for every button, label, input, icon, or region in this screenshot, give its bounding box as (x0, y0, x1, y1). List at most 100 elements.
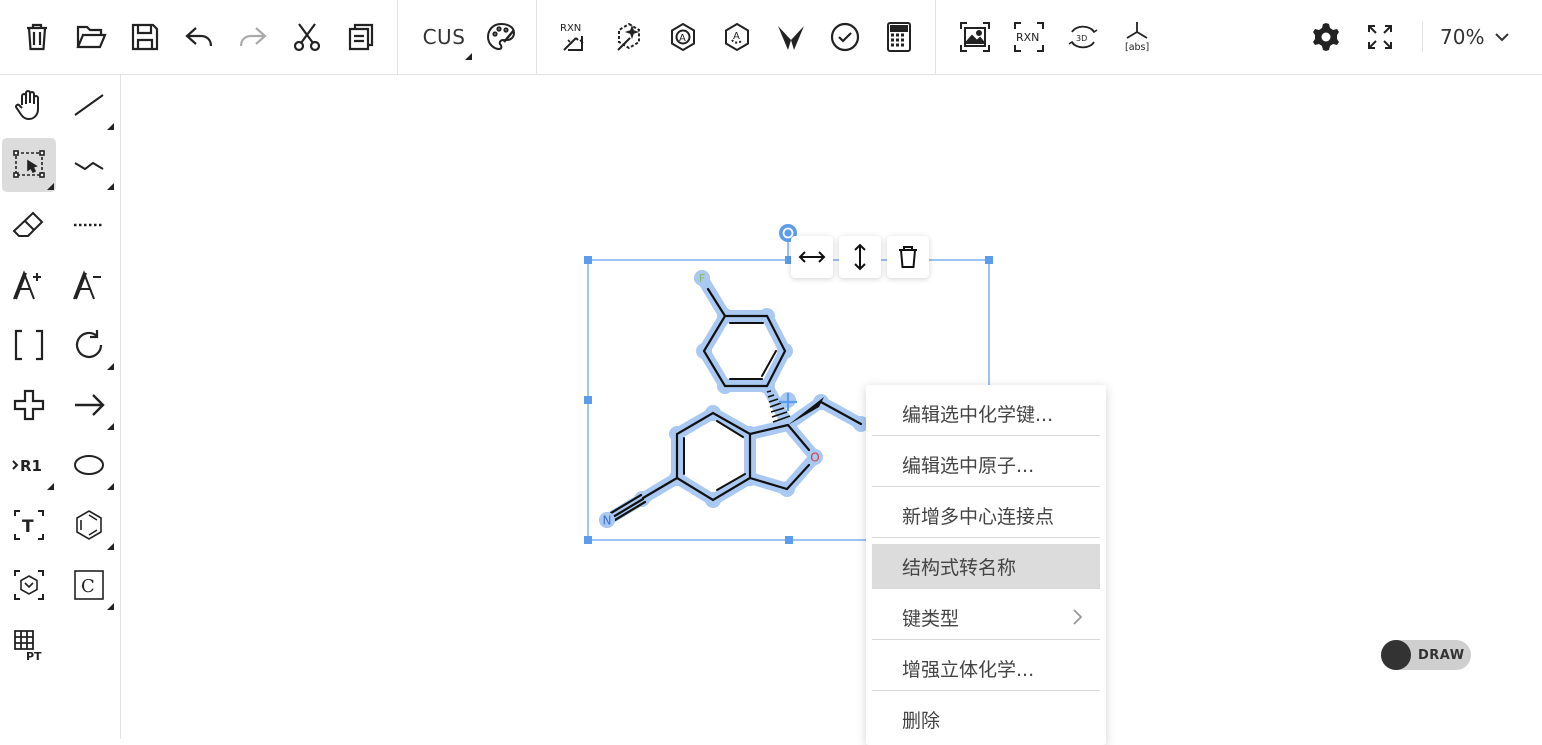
charge-minus-button[interactable] (62, 258, 116, 312)
open-button[interactable] (70, 16, 112, 58)
menu-item-edit-bond[interactable]: 编辑选中化学键... (872, 391, 1100, 436)
fullscreen-icon (1368, 25, 1392, 49)
menu-item-label: 增强立体化学... (902, 658, 1035, 681)
r-group-button[interactable]: R1 (2, 438, 56, 492)
dropdown-corner-icon (47, 183, 54, 190)
charge-plus-button[interactable] (2, 258, 56, 312)
scissors-icon (293, 23, 321, 52)
atom-plus-icon (13, 270, 41, 300)
menu-item-bond-type[interactable]: 键类型 (872, 595, 1100, 640)
undo-button[interactable] (178, 16, 220, 58)
zoom-value: 70% (1440, 25, 1485, 49)
plus-icon (13, 389, 45, 421)
image-recognition-button[interactable] (954, 16, 996, 58)
flip-horizontal-button[interactable] (791, 236, 833, 278)
menu-item-enhanced-stereo[interactable]: 增强立体化学... (872, 646, 1100, 691)
svg-text:A: A (679, 33, 686, 44)
chain-icon (74, 161, 104, 171)
fluorine-label: F (699, 272, 705, 285)
magic-wand-ring-icon (617, 22, 640, 51)
menu-item-edit-atom[interactable]: 编辑选中原子... (872, 442, 1100, 487)
reaction-arrow-button[interactable] (62, 378, 116, 432)
redo-button[interactable] (232, 16, 274, 58)
clean-structure-button[interactable] (608, 16, 650, 58)
stereo-wedge-icon (778, 26, 804, 50)
dotted-line-icon (74, 223, 104, 227)
benzene-icon (76, 510, 102, 540)
menu-item-add-multicenter[interactable]: 新增多中心连接点 (872, 493, 1100, 538)
drawing-canvas[interactable]: F O N (121, 75, 1542, 739)
undo-icon (185, 27, 213, 47)
menu-item-structure-to-name[interactable]: 结构式转名称 (872, 544, 1100, 589)
hand-tool-button[interactable] (2, 78, 56, 132)
trash-icon (899, 246, 917, 268)
color-palette-button[interactable] (480, 16, 522, 58)
dropdown-corner-icon (47, 483, 54, 490)
reaction-recognition-button[interactable]: RXN (1008, 16, 1050, 58)
flip-vertical-button[interactable] (839, 236, 881, 278)
custom-templates-button[interactable]: CUS (416, 16, 472, 60)
ellipse-icon (74, 455, 104, 475)
3d-viewer-button[interactable]: 3D (1062, 16, 1104, 58)
toolbar-separator (397, 0, 398, 74)
settings-button[interactable] (1305, 16, 1347, 58)
draw-mode-toggle[interactable]: DRAW (1381, 640, 1471, 670)
reaction-frame-icon: RXN (1014, 22, 1044, 52)
chain-tool-button[interactable] (62, 138, 116, 192)
dearomatize-button[interactable]: A (716, 16, 758, 58)
dashed-bond-button[interactable] (62, 198, 116, 252)
periodic-table-button[interactable]: PT (2, 618, 56, 672)
stereochemistry-button[interactable] (770, 16, 812, 58)
zoom-dropdown[interactable]: 70% (1440, 22, 1510, 52)
eraser-icon (12, 211, 44, 237)
atom-fluorine[interactable]: F (694, 270, 710, 286)
molecule-drawing[interactable]: F O N (121, 75, 1542, 739)
atom-minus-icon (73, 270, 101, 300)
menu-item-label: 删除 (902, 710, 941, 732)
reaction-auto-map-button[interactable]: RXN (554, 16, 596, 58)
reaction-magic-icon: RXN (560, 23, 584, 51)
element-c-button[interactable]: C (62, 558, 116, 612)
toggle-knob (1381, 640, 1411, 670)
atom-oxygen[interactable]: O (807, 449, 823, 465)
menu-item-delete[interactable]: 删除 (872, 697, 1100, 742)
arrow-left-right-icon (798, 251, 826, 263)
selection-tool-button[interactable] (2, 138, 56, 192)
aromatize-button[interactable]: A (662, 16, 704, 58)
nitrogen-label: N (603, 514, 612, 528)
carbon-element-icon: C (74, 570, 104, 600)
reaction-plus-button[interactable] (2, 378, 56, 432)
bracket-tool-button[interactable] (2, 318, 56, 372)
text-box-icon: T (14, 510, 44, 540)
dropdown-corner-icon (107, 603, 114, 610)
fullscreen-button[interactable] (1359, 16, 1401, 58)
rotate-tool-button[interactable] (62, 318, 116, 372)
calculate-button[interactable] (878, 16, 920, 58)
dearomatic-ring-icon: A (725, 22, 749, 52)
clear-button[interactable] (16, 16, 58, 58)
cut-button[interactable] (286, 16, 328, 58)
ring-select-button[interactable] (2, 558, 56, 612)
save-icon (131, 23, 159, 51)
single-bond-button[interactable] (62, 78, 116, 132)
delete-selection-button[interactable] (887, 236, 929, 278)
atom-nitrogen[interactable]: N (599, 512, 615, 528)
save-button[interactable] (124, 16, 166, 58)
ring-frame-icon (14, 570, 44, 600)
arrow-right-icon (75, 394, 105, 416)
check-structure-button[interactable] (824, 16, 866, 58)
image-frame-icon (960, 22, 990, 52)
shape-tool-button[interactable] (62, 438, 116, 492)
benzene-template-button[interactable] (62, 498, 116, 552)
trash-icon (27, 23, 47, 51)
menu-item-label: 结构式转名称 (902, 556, 1017, 579)
check-circle-icon (830, 22, 860, 52)
text-tool-button[interactable]: T (2, 498, 56, 552)
enhanced-stereo-abs-button[interactable]: [abs] (1116, 16, 1158, 58)
cus-label: CUS (422, 25, 466, 49)
eraser-tool-button[interactable] (2, 198, 56, 252)
rxn-box-text: RXN (1016, 31, 1039, 44)
copy-button[interactable] (340, 16, 382, 58)
dropdown-corner-icon (465, 53, 472, 60)
chevron-right-icon (1073, 609, 1083, 625)
